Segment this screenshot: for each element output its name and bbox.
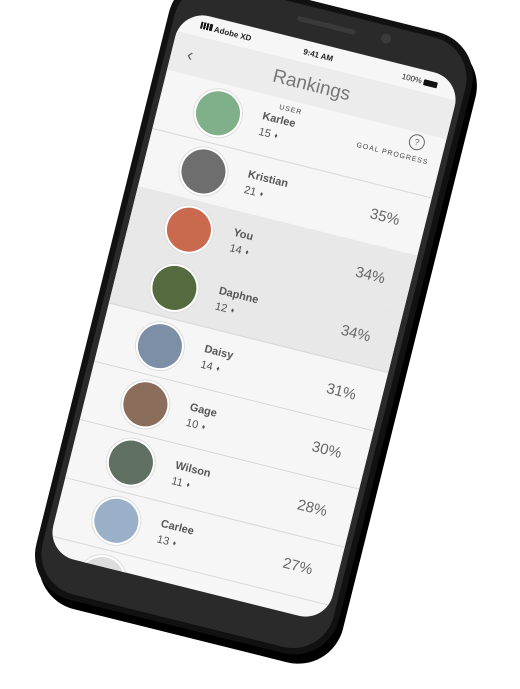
points-value: 15 [257,125,273,141]
avatar [159,200,219,259]
user-name: Daisy [203,343,235,362]
points: 14⬪ [199,359,221,376]
points-value: 14 [199,358,215,374]
battery-icon [422,79,438,89]
avatar [87,491,146,550]
avatar [145,258,204,318]
tag-icon: ⬪ [244,246,250,259]
goal-progress: 34% [339,321,373,346]
battery-label: 100% [400,71,423,86]
points: 15⬪ [257,126,279,143]
phone-device: Adobe XD 9:41 AM 100% ‹ Rankings USER ? … [25,0,483,665]
tag-icon: ⬪ [229,304,236,317]
points-value: 12 [213,300,229,316]
points: 12⬪ [213,300,236,318]
tag-icon: ⬪ [214,362,221,376]
tag-icon: ⬪ [200,420,207,434]
tag-icon: ⬪ [273,129,279,143]
points-value: 10 [184,416,200,432]
carrier-label: Adobe XD [213,24,253,43]
clock: 9:41 AM [302,47,335,64]
points-value: 21 [242,184,258,199]
avatar [116,375,175,434]
screen: Adobe XD 9:41 AM 100% ‹ Rankings USER ? … [46,9,462,623]
tag-icon: ⬪ [171,537,178,550]
points-value: 14 [228,242,244,257]
points-value: 11 [170,475,185,490]
user-name: Gage [188,401,219,420]
tag-icon: ⬪ [185,478,192,492]
avatar [130,317,190,376]
goal-progress: 27% [281,554,315,579]
goal-progress: 30% [310,438,344,462]
avatar [174,142,233,201]
goal-progress: 35% [368,205,402,230]
goal-progress: 28% [295,496,329,521]
avatar [188,84,248,143]
points: 21⬪ [243,184,265,201]
user-name: You [232,226,255,244]
points: 11⬪ [170,475,191,492]
signal-icon [199,21,214,32]
points: 14⬪ [228,242,250,259]
points: 13⬪ [155,533,178,550]
battery: 100% [401,72,439,90]
points-value: 13 [155,533,171,548]
goal-progress: 31% [324,379,358,404]
tag-icon: ⬪ [258,187,265,201]
goal-progress: 34% [353,263,387,288]
avatar [101,433,160,492]
points: 10⬪ [184,416,207,434]
